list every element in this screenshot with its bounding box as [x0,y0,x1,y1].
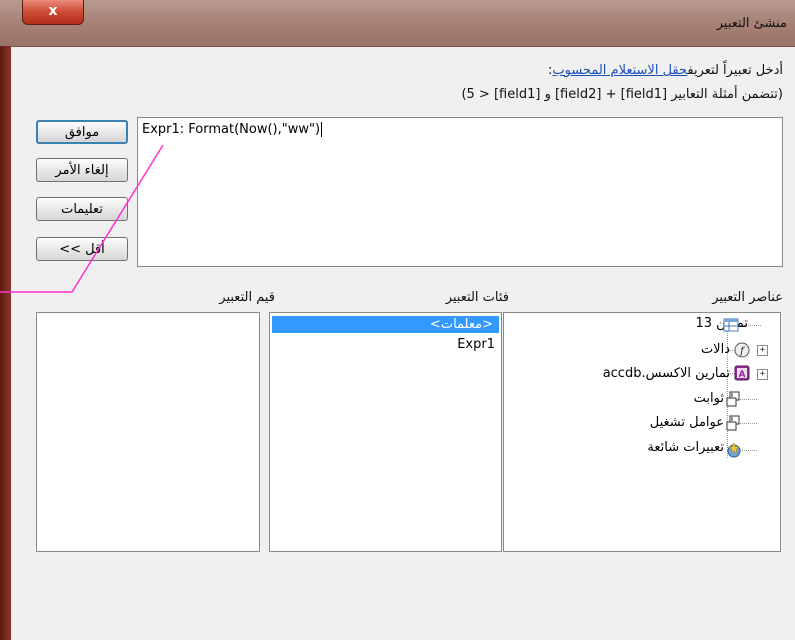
expression-text: Expr1: Format(Now(),"ww") [142,122,321,137]
svg-text:A: A [739,370,746,380]
tree-item-database[interactable]: تمارين الاكسس.accdb [504,366,730,386]
tree-item-functions[interactable]: دالات [504,342,730,362]
close-icon: x [48,3,58,19]
elements-tree[interactable]: تمرين 13 + f دالات + A [503,312,781,552]
category-item[interactable]: Expr1 [457,337,495,352]
operators-icon [726,415,740,431]
title-bar: x منشئ التعبير [0,0,795,47]
category-selected-item[interactable]: <معلمات> [272,316,499,333]
tree-item-common-expressions[interactable]: تعبيرات شائعة [504,440,724,460]
database-icon: A [734,365,750,381]
query-icon [723,318,739,332]
cancel-button[interactable]: إلغاء الأمر [36,158,128,182]
dialog-body: أدخل تعبيراً لتعريفحقل الاستعلام المحسوب… [11,47,795,640]
expand-icon[interactable]: + [757,345,768,356]
expression-input[interactable]: Expr1: Format(Now(),"ww") [137,117,783,267]
expression-builder-window: x منشئ التعبير أدخل تعبيراً لتعريفحقل ال… [0,0,795,640]
window-title: منشئ التعبير [716,16,787,31]
instruction-examples: (تتضمن أمثلة التعابير [field1] + [field2… [461,87,783,102]
instruction-line-1: أدخل تعبيراً لتعريفحقل الاستعلام المحسوب… [548,63,783,78]
categories-label: فئات التعبير [445,290,509,305]
tree-item-label: تمرين 13 [695,316,749,331]
tree-item-label: عوامل تشغيل [649,415,724,430]
tree-item-label: ثوابت [693,391,724,406]
elements-label: عناصر التعبير [712,290,783,305]
tree-item-label: دالات [700,342,730,357]
ok-button[interactable]: موافق [36,120,128,144]
instruction-prefix: أدخل تعبيراً لتعريف [687,63,783,78]
background-window-edge [0,46,11,640]
categories-list[interactable]: <معلمات> Expr1 [269,312,502,552]
tree-item-operators[interactable]: عوامل تشغيل [504,415,724,435]
help-button[interactable]: تعليمات [36,197,128,221]
functions-icon: f [734,342,750,358]
constants-icon [726,391,740,407]
tree-item-constants[interactable]: ثوابت [504,391,724,411]
less-button[interactable]: << أقل [36,237,128,261]
values-label: قيم التعبير [219,290,275,305]
tree-item-label: تعبيرات شائعة [647,440,724,455]
values-list[interactable] [36,312,260,552]
common-expressions-icon [727,442,741,458]
tree-item-query[interactable]: تمرين 13 [504,316,749,336]
expand-icon[interactable]: + [757,369,768,380]
close-button[interactable]: x [22,0,84,25]
text-caret [321,122,323,137]
tree-item-label: تمارين الاكسس.accdb [602,366,730,381]
calculated-field-link[interactable]: حقل الاستعلام المحسوب [552,63,687,78]
